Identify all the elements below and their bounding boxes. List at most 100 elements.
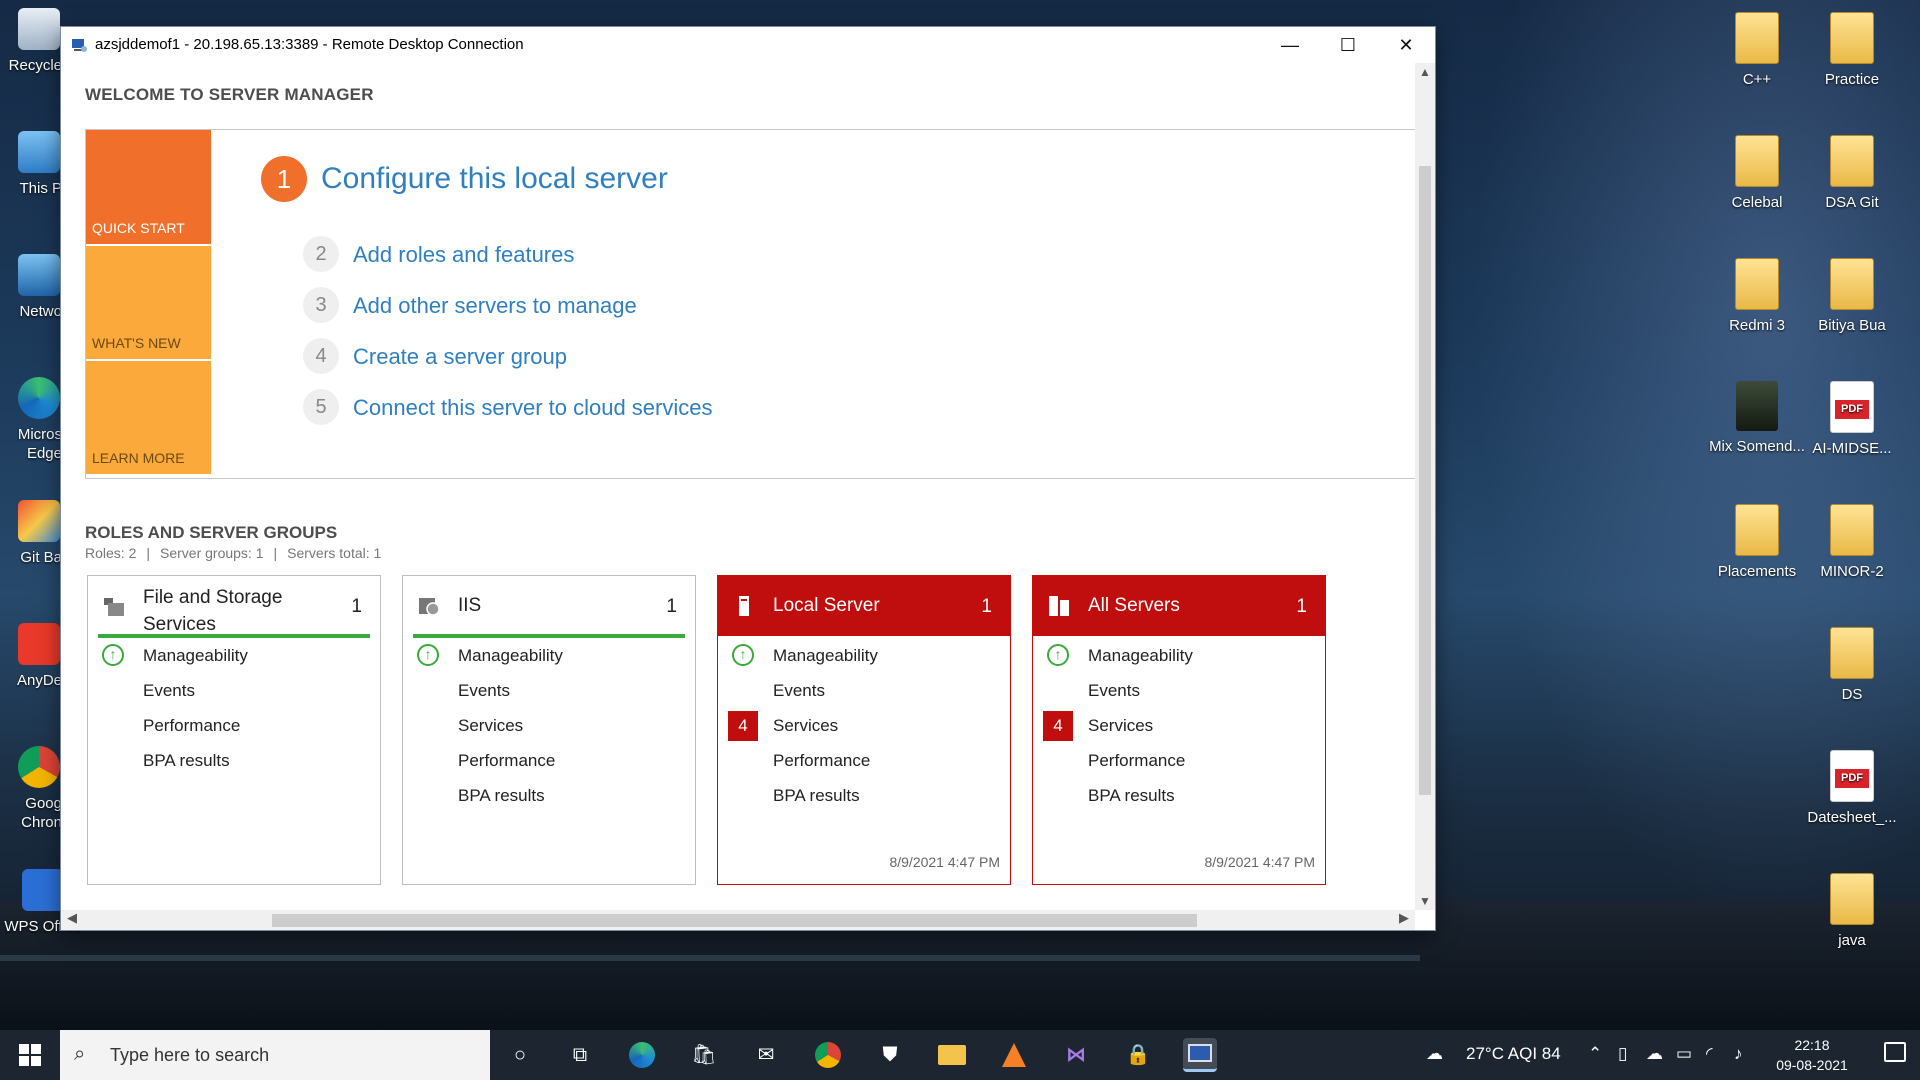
row-services[interactable]: Services — [458, 716, 523, 736]
row-bpa-results[interactable]: BPA results — [773, 786, 860, 806]
mail-icon[interactable]: ✉ — [749, 1038, 783, 1072]
row-manageability[interactable]: Manageability — [773, 646, 878, 666]
step-link[interactable]: Add other servers to manage — [353, 293, 637, 319]
horizontal-scroll-thumb[interactable] — [272, 914, 1197, 927]
desktop-icon-placements[interactable]: Placements — [1709, 504, 1805, 581]
card-iis[interactable]: IIS 1 ↑ Manageability Events Services Pe… — [402, 575, 696, 885]
desktop-icon-cpp[interactable]: C++ — [1709, 12, 1805, 89]
row-bpa-results[interactable]: BPA results — [458, 786, 545, 806]
close-button[interactable]: ✕ — [1377, 27, 1435, 63]
wifi-icon[interactable]: ◜ — [1706, 1044, 1713, 1064]
row-bpa-results[interactable]: BPA results — [1088, 786, 1175, 806]
phone-link-icon[interactable]: ▯ — [1618, 1044, 1627, 1064]
desktop-icon-minor-2[interactable]: MINOR-2 — [1804, 504, 1900, 581]
vpn-lock-icon[interactable]: 🔒 — [1121, 1038, 1155, 1072]
row-manageability[interactable]: Manageability — [458, 646, 563, 666]
show-hidden-icons-icon[interactable]: ⌃ — [1588, 1044, 1602, 1064]
scroll-up-arrow-icon[interactable]: ▲ — [1415, 65, 1435, 79]
onedrive-icon[interactable]: ☁ — [1646, 1044, 1663, 1064]
row-events[interactable]: Events — [143, 681, 195, 701]
step-link[interactable]: Create a server group — [353, 344, 567, 370]
row-services[interactable]: Services — [1088, 716, 1153, 736]
step-link[interactable]: Add roles and features — [353, 242, 574, 268]
notification-center-icon[interactable] — [1884, 1042, 1906, 1062]
folder-icon — [1735, 258, 1779, 310]
card-header[interactable]: All Servers 1 — [1033, 576, 1325, 636]
chrome-taskbar-icon[interactable] — [811, 1038, 845, 1072]
step-number-badge: 5 — [303, 389, 339, 425]
vlc-icon[interactable] — [997, 1038, 1031, 1072]
row-manageability[interactable]: Manageability — [143, 646, 248, 666]
card-local-server[interactable]: Local Server 1 ↑ Manageability Events 4 … — [717, 575, 1011, 885]
security-shield-icon[interactable]: ⛊ — [873, 1038, 907, 1072]
row-events[interactable]: Events — [1088, 681, 1140, 701]
cortana-icon[interactable]: ○ — [503, 1038, 537, 1072]
battery-icon[interactable]: ▭ — [1676, 1044, 1692, 1064]
scroll-left-arrow-icon[interactable]: ◀ — [67, 910, 77, 926]
services-alert-badge[interactable]: 4 — [1043, 711, 1073, 741]
row-events[interactable]: Events — [773, 681, 825, 701]
desktop-icon-java[interactable]: java — [1804, 873, 1900, 950]
desktop-icon-practice[interactable]: Practice — [1804, 12, 1900, 89]
taskbar-search-box[interactable]: ⌕ Type here to search — [60, 1030, 490, 1080]
desktop-icon-mix-somend[interactable]: Mix Somend... — [1709, 381, 1805, 456]
volume-icon[interactable]: ♪ — [1734, 1044, 1743, 1064]
start-button[interactable] — [0, 1030, 60, 1080]
row-manageability[interactable]: Manageability — [1088, 646, 1193, 666]
card-header[interactable]: Local Server 1 — [718, 576, 1010, 636]
desktop-icon-chrome[interactable]: Goog Chron — [0, 746, 62, 832]
card-title: IIS — [458, 595, 482, 616]
tile-whats-new[interactable]: WHAT'S NEW — [86, 246, 211, 359]
desktop-icon-ai-midsem[interactable]: AI-MIDSE... — [1804, 381, 1900, 458]
desktop-icon-git-bash[interactable]: Git Ba — [0, 500, 62, 567]
row-bpa-results[interactable]: BPA results — [143, 751, 230, 771]
task-view-icon[interactable]: ⧉ — [563, 1038, 597, 1072]
desktop-icon-this-pc[interactable]: This P — [0, 131, 62, 198]
vertical-scroll-thumb[interactable] — [1419, 166, 1431, 795]
row-events[interactable]: Events — [458, 681, 510, 701]
desktop-icon-redmi-3[interactable]: Redmi 3 — [1709, 258, 1805, 335]
remote-desktop-taskbar-icon[interactable] — [1183, 1038, 1217, 1072]
edge-taskbar-icon[interactable] — [625, 1038, 659, 1072]
desktop-icon-network[interactable]: Netwo — [0, 254, 62, 321]
card-all-servers[interactable]: All Servers 1 ↑ Manageability Events 4 S… — [1032, 575, 1326, 885]
desktop-icon-recycle-bin[interactable]: Recycle — [0, 8, 62, 75]
tile-learn-more[interactable]: LEARN MORE — [86, 361, 211, 474]
visual-studio-icon[interactable]: ⋈ — [1059, 1038, 1093, 1072]
maximize-button[interactable]: ☐ — [1319, 27, 1377, 63]
row-performance[interactable]: Performance — [1088, 751, 1185, 771]
weather-icon[interactable]: ☁ — [1426, 1044, 1443, 1064]
scroll-down-arrow-icon[interactable]: ▼ — [1415, 894, 1435, 908]
tile-quick-start[interactable]: QUICK START — [86, 130, 211, 244]
services-alert-badge[interactable]: 4 — [728, 711, 758, 741]
card-file-storage-services[interactable]: File and Storage Services 1 ↑ Manageabil… — [87, 575, 381, 885]
desktop-icon-edge[interactable]: Micros Edge — [0, 377, 62, 463]
scroll-right-arrow-icon[interactable]: ▶ — [1399, 910, 1409, 926]
store-icon[interactable]: 🛍 — [687, 1038, 721, 1072]
desktop-icon-dsa-git[interactable]: DSA Git — [1804, 135, 1900, 212]
weather-text[interactable]: 27°C AQI 84 — [1466, 1044, 1561, 1064]
desktop-icon-datesheet[interactable]: Datesheet_... — [1804, 750, 1900, 827]
row-performance[interactable]: Performance — [143, 716, 240, 736]
step-link[interactable]: Configure this local server — [321, 162, 821, 196]
file-explorer-icon[interactable] — [935, 1038, 969, 1072]
remote-desktop-icon — [72, 39, 87, 52]
desktop-icon-anydesk[interactable]: AnyDe — [0, 623, 62, 690]
horizontal-scrollbar[interactable]: ◀ ▶ — [61, 910, 1415, 930]
card-header[interactable]: IIS 1 — [403, 576, 695, 636]
row-services[interactable]: Services — [773, 716, 838, 736]
card-header[interactable]: File and Storage Services 1 — [88, 576, 380, 636]
desktop-icon-ds[interactable]: DS — [1804, 627, 1900, 704]
row-performance[interactable]: Performance — [458, 751, 555, 771]
desktop-icon-celebal[interactable]: Celebal — [1709, 135, 1805, 212]
system-clock[interactable]: 22:18 09-08-2021 — [1762, 1035, 1862, 1075]
row-performance[interactable]: Performance — [773, 751, 870, 771]
minimize-button[interactable]: — — [1261, 27, 1319, 63]
desktop-icon-bitiya-bua[interactable]: Bitiya Bua — [1804, 258, 1900, 335]
vertical-scrollbar[interactable]: ▲ ▼ — [1415, 63, 1435, 910]
roles-heading: ROLES AND SERVER GROUPS — [85, 523, 338, 542]
step-link[interactable]: Connect this server to cloud services — [353, 395, 713, 421]
folder-icon — [1735, 12, 1779, 64]
window-titlebar[interactable]: azsjddemof1 - 20.198.65.13:3389 - Remote… — [61, 27, 1435, 64]
status-bar — [413, 634, 685, 638]
